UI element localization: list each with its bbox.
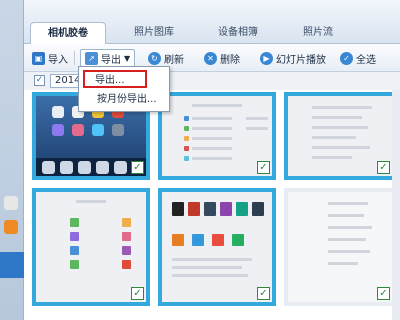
toolbar-divider [74,51,75,65]
export-menu: 导出... 按月份导出... [78,66,170,112]
photo-manager-window: 相机胶卷 照片图库 设备相簿 照片流 ▣ 导入 ↗ 导出 ▼ ↻ 刷新 ✕ 删除… [0,0,400,320]
slideshow-label: 幻灯片播放 [276,54,326,66]
refresh-icon: ↻ [148,51,161,65]
selected-check-icon[interactable]: ✓ [131,161,144,174]
selected-check-icon[interactable]: ✓ [131,287,144,300]
app-store-image [162,192,272,302]
photo-thumbnail[interactable]: ✓ [158,188,276,306]
refresh-button[interactable]: ↻ 刷新 [148,49,184,67]
import-icon: ▣ [32,51,45,65]
slideshow-button[interactable]: ▶ 幻灯片播放 [260,49,326,67]
tab-device-albums[interactable]: 设备相簿 [200,22,276,44]
import-label: 导入 [48,54,68,66]
photo-thumbnail[interactable]: ✓ [32,188,150,306]
photo-grid: ✓ ✓ ✓ ✓ ✓ ✓ [24,90,400,320]
export-icon: ↗ [85,51,98,65]
delete-icon: ✕ [204,51,217,65]
check-icon: ✓ [340,51,353,65]
export-button[interactable]: ↗ 导出 ▼ [80,49,136,67]
selected-check-icon[interactable]: ✓ [377,161,390,174]
refresh-label: 刷新 [164,54,184,66]
settings-image [288,192,392,302]
year-checkbox[interactable]: ✓ [34,75,45,86]
delete-label: 删除 [220,54,240,66]
play-icon: ▶ [260,51,273,65]
export-label: 导出 [101,54,121,66]
sidebar-icon[interactable] [4,196,18,210]
delete-button[interactable]: ✕ 删除 [204,49,240,67]
scrollbar[interactable] [392,90,400,320]
sidebar-active-item[interactable] [0,252,24,278]
sidebar-icon[interactable] [4,220,18,234]
settings-image [162,96,272,176]
photo-thumbnail[interactable]: ✓ [158,92,276,180]
left-sidebar [0,0,24,320]
tab-camera-roll[interactable]: 相机胶卷 [30,22,106,44]
selected-check-icon[interactable]: ✓ [257,161,270,174]
chevron-down-icon: ▼ [124,53,131,63]
photo-thumbnail[interactable]: ✓ [284,188,396,306]
menu-item-export-by-month[interactable]: 按月份导出... [85,91,157,109]
dock [36,158,146,176]
menu-item-export[interactable]: 导出... [83,70,147,88]
tab-photo-library[interactable]: 照片图库 [116,22,192,44]
selected-check-icon[interactable]: ✓ [377,287,390,300]
tab-photo-stream[interactable]: 照片流 [280,22,356,44]
tab-bar: 相机胶卷 照片图库 设备相簿 照片流 [24,0,400,44]
select-all-button[interactable]: ✓ 全选 [340,49,376,67]
select-all-label: 全选 [356,54,376,66]
selected-check-icon[interactable]: ✓ [257,287,270,300]
app-screen-image [36,192,146,302]
photo-thumbnail[interactable]: ✓ [284,92,396,180]
import-button[interactable]: ▣ 导入 [32,49,68,67]
